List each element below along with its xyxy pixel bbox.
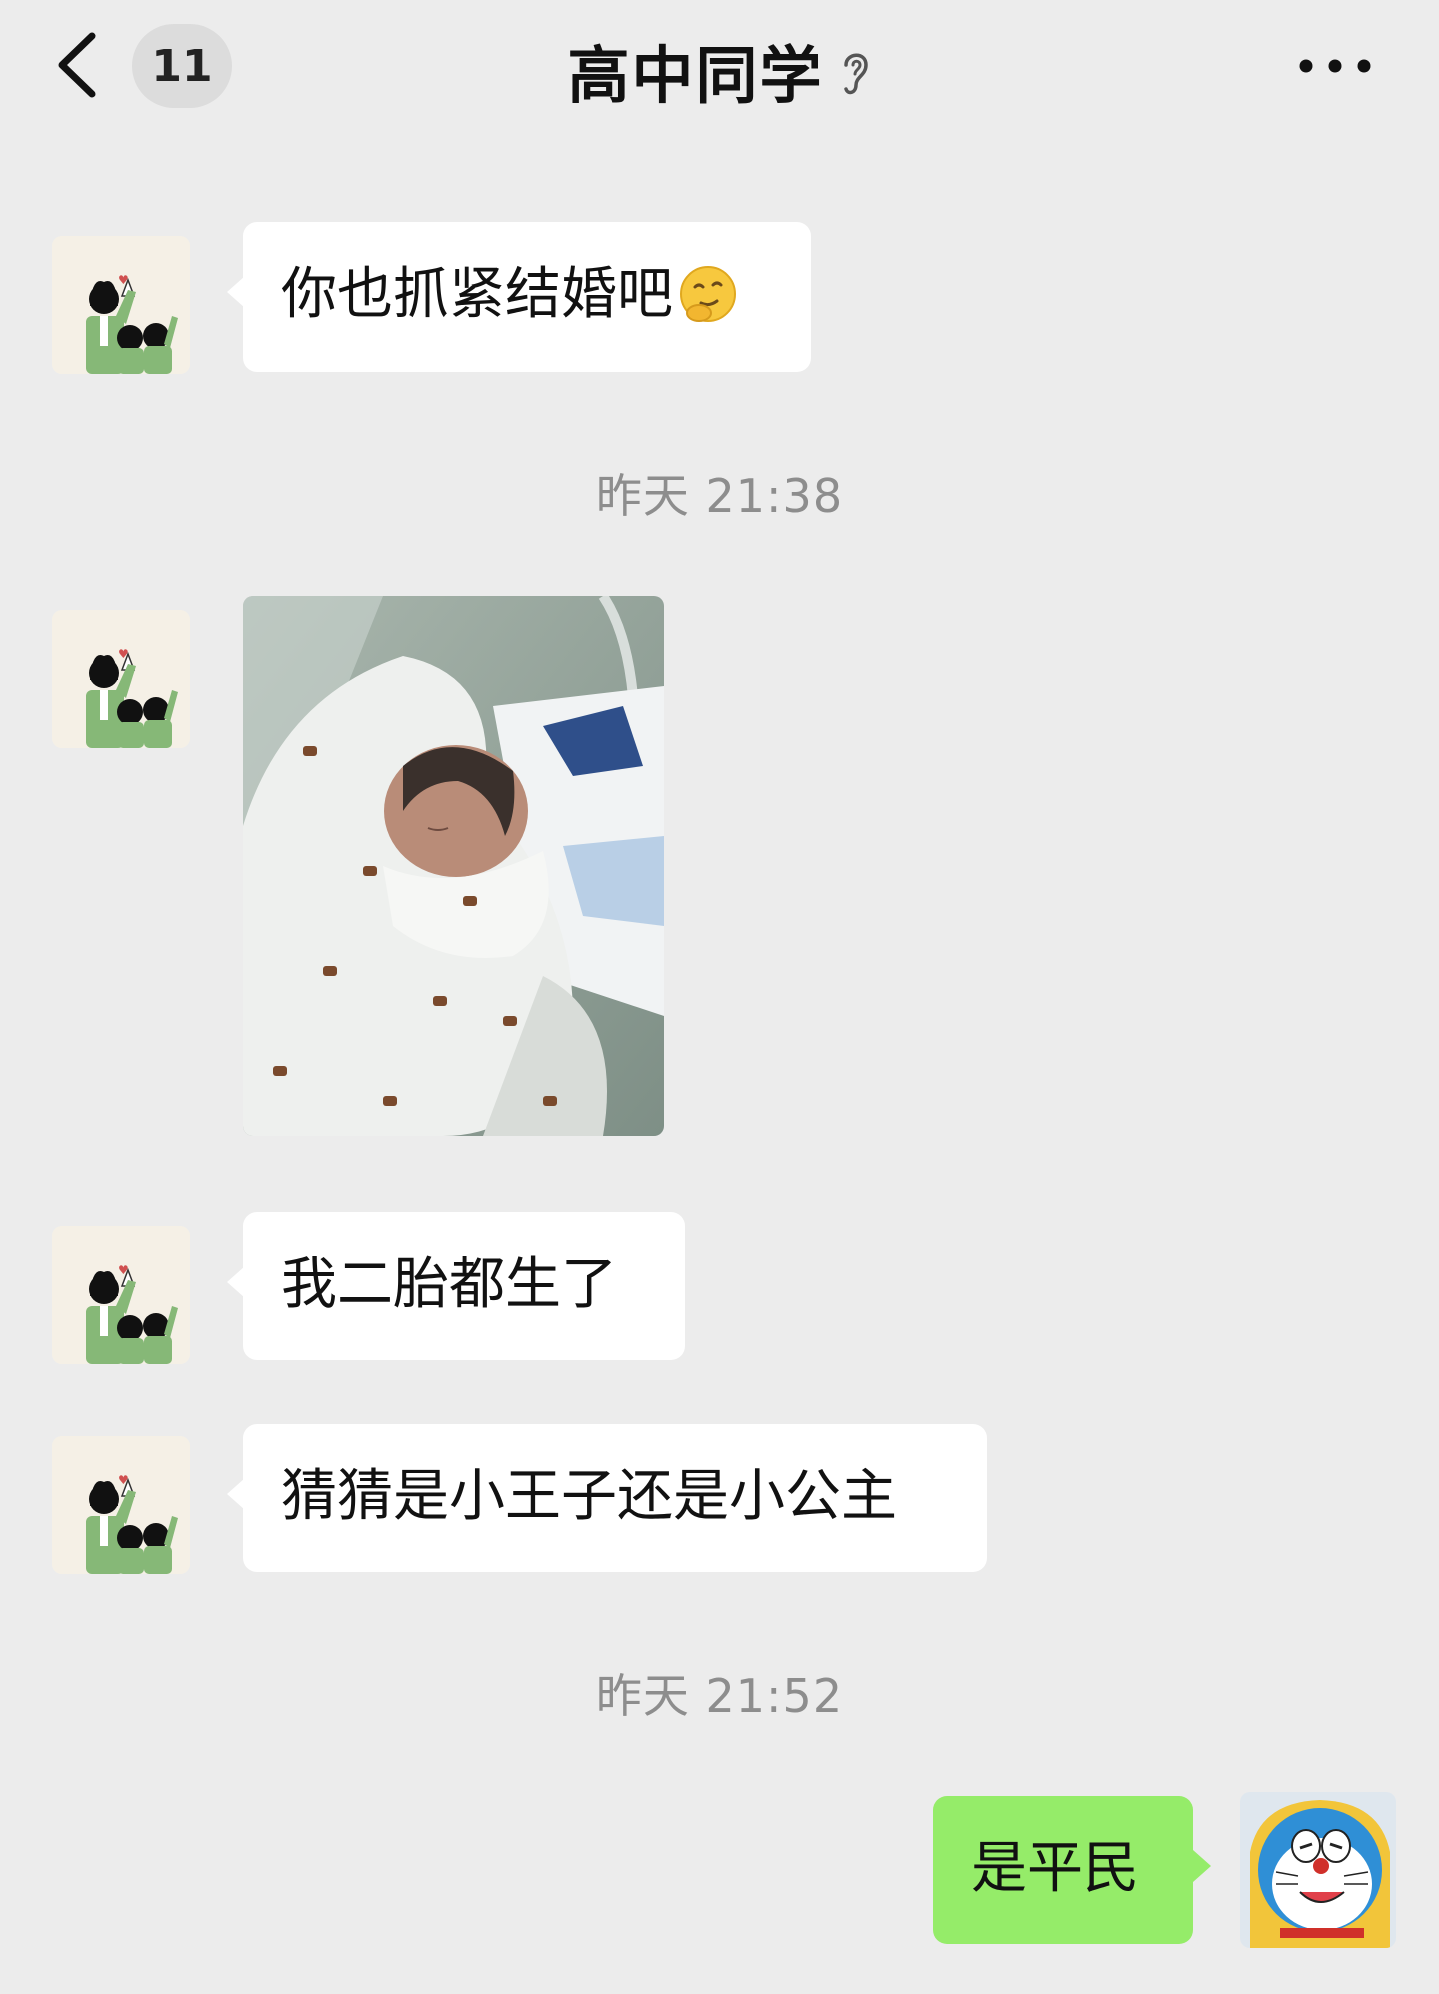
contact-avatar[interactable] bbox=[52, 236, 190, 374]
timestamp: 昨天 21:52 bbox=[595, 1669, 844, 1723]
newborn-baby-photo[interactable] bbox=[243, 596, 664, 1136]
thinking-face-icon bbox=[680, 265, 736, 322]
title-area: 高中同学 bbox=[0, 28, 1439, 112]
contact-avatar[interactable] bbox=[52, 610, 190, 748]
contact-avatar[interactable] bbox=[52, 1436, 190, 1574]
my-message-bubble[interactable]: 是平民 bbox=[933, 1796, 1211, 1944]
message-text: 猜猜是小王子还是小公主 bbox=[281, 1464, 897, 1529]
timestamp: 昨天 21:38 bbox=[595, 469, 844, 523]
more-options-icon[interactable] bbox=[1296, 50, 1374, 82]
message-text: 是平民 bbox=[971, 1836, 1139, 1901]
message-bubble[interactable]: 猜猜是小王子还是小公主 bbox=[227, 1424, 987, 1572]
message-text: 我二胎都生了 bbox=[281, 1252, 617, 1317]
chat-title: 高中同学 bbox=[567, 39, 824, 112]
chat-header: 11 高中同学 bbox=[0, 0, 1439, 140]
earpiece-mode-icon bbox=[843, 53, 868, 95]
message-text: 你也抓紧结婚吧 bbox=[281, 262, 673, 327]
contact-avatar[interactable] bbox=[52, 1226, 190, 1364]
message-bubble[interactable]: 我二胎都生了 bbox=[227, 1212, 685, 1360]
my-avatar[interactable] bbox=[1240, 1792, 1396, 1948]
message-bubble[interactable]: 你也抓紧结婚吧 bbox=[227, 222, 811, 372]
